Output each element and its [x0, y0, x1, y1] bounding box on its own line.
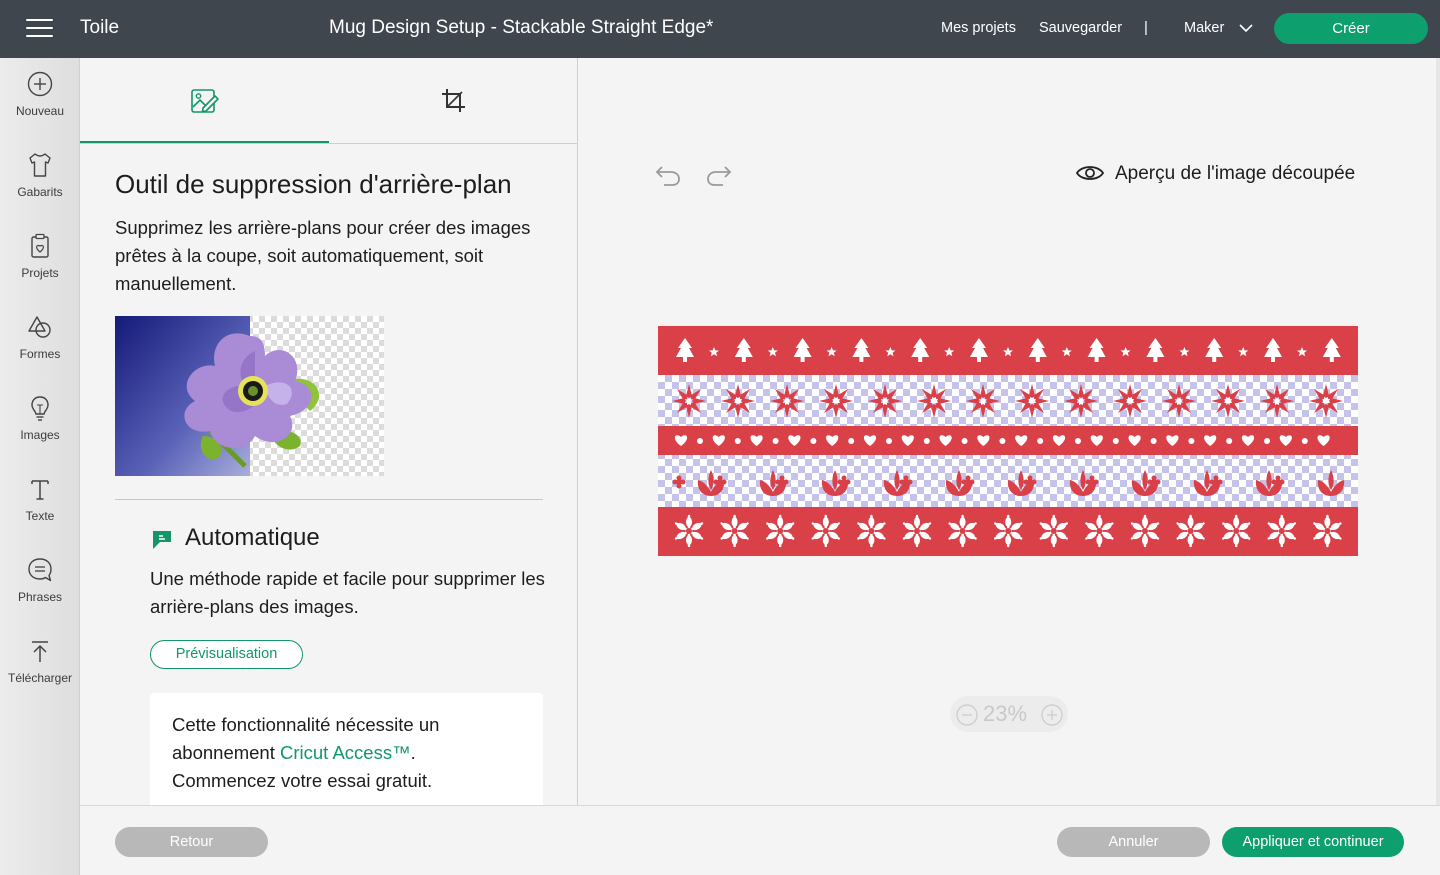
subscription-notice: Cette fonctionnalité nécessite un abonne…: [150, 693, 543, 805]
pattern-poinsettia: [917, 384, 951, 418]
preview-button[interactable]: Prévisualisation: [150, 640, 303, 669]
sidebar-item-shapes[interactable]: Formes: [0, 313, 80, 385]
cricut-access-link[interactable]: Cricut Access™: [280, 742, 411, 763]
sidebar-item-new[interactable]: Nouveau: [0, 70, 80, 142]
clipboard-icon: [31, 233, 49, 258]
pattern-dot: [1188, 438, 1195, 444]
zoom-level: 23%: [983, 701, 1028, 726]
background-removal-example-image: [115, 316, 384, 476]
pattern-poinsettia: [721, 384, 755, 418]
panel-description: Supprimez les arrière-plans pour créer d…: [115, 217, 531, 294]
upload-icon: [32, 641, 48, 662]
pattern-dot: [848, 438, 855, 444]
cancel-button[interactable]: Annuler: [1057, 827, 1210, 857]
pattern-dot: [772, 438, 779, 444]
pattern-poinsettia: [1260, 384, 1294, 418]
pattern-dot: [1150, 438, 1157, 444]
save-link[interactable]: Sauvegarder: [1039, 20, 1122, 36]
crop-icon: [442, 89, 465, 112]
sidebar-item-label: Formes: [19, 347, 61, 361]
pattern-dot: [1301, 438, 1308, 444]
machine-selector[interactable]: Maker: [1184, 20, 1253, 36]
document-title: Mug Design Setup - Stackable Straight Ed…: [329, 17, 714, 38]
sidebar-item-label: Texte: [25, 509, 55, 523]
create-button[interactable]: Créer: [1274, 13, 1428, 44]
pattern-dot: [923, 438, 930, 444]
tab-crop[interactable]: [329, 58, 577, 144]
pattern-dot: [886, 438, 892, 444]
pattern-poinsettia: [966, 384, 1000, 418]
sidebar-item-label: Télécharger: [7, 671, 73, 685]
scrollbar[interactable]: [1436, 58, 1440, 805]
undo-icon[interactable]: [654, 161, 682, 187]
sidebar-item-label: Phrases: [17, 590, 63, 604]
menu-icon[interactable]: [26, 19, 53, 39]
zoom-control: 23%: [950, 696, 1068, 732]
automatic-description: Une méthode rapide et facile pour suppri…: [150, 568, 545, 617]
top-bar: Toile Mug Design Setup - Stackable Strai…: [0, 0, 1440, 58]
sidebar-item-label: Gabarits: [17, 185, 63, 199]
sidebar-item-text[interactable]: Texte: [0, 475, 80, 547]
sidebar-item-upload[interactable]: Télécharger: [0, 637, 80, 709]
sidebar-item-templates[interactable]: Gabarits: [0, 151, 80, 223]
cut-preview-label[interactable]: Aperçu de l'image découpée: [1115, 163, 1355, 185]
pattern-poinsettia: [1211, 384, 1245, 418]
pattern-poinsettia: [1015, 384, 1049, 418]
machine-label: Maker: [1184, 20, 1225, 36]
app-title: Toile: [80, 17, 120, 38]
apply-and-continue-button[interactable]: Appliquer et continuer: [1222, 827, 1404, 857]
tab-background-remover[interactable]: [80, 58, 329, 144]
pattern-poinsettia: [1309, 384, 1343, 418]
section-divider: [115, 499, 543, 500]
redo-icon[interactable]: [705, 161, 733, 187]
pattern-dot: [810, 438, 817, 444]
my-projects-link[interactable]: Mes projets: [941, 20, 1016, 36]
lightbulb-icon: [31, 396, 49, 421]
pattern-dot: [1075, 438, 1081, 444]
pattern-poinsettia: [1162, 384, 1196, 418]
back-button[interactable]: Retour: [115, 827, 268, 857]
pattern-poinsettia: [672, 384, 706, 418]
sidebar-item-label: Nouveau: [15, 104, 65, 118]
zoom-out-icon[interactable]: [956, 704, 978, 726]
pattern-dot: [1264, 438, 1270, 444]
sidebar-item-phrases[interactable]: Phrases: [0, 556, 80, 628]
footer-bar: Retour Annuler Appliquer et continuer: [80, 805, 1440, 875]
zoom-in-icon[interactable]: [1041, 704, 1063, 726]
sidebar-item-label: Images: [20, 428, 60, 442]
background-remover-panel: Outil de suppression d'arrière-plan Supp…: [80, 58, 578, 805]
pattern-poinsettia: [770, 384, 804, 418]
pattern-poinsettia: [868, 384, 902, 418]
panel-title: Outil de suppression d'arrière-plan: [115, 169, 512, 199]
mug-design-artwork: [658, 326, 1358, 556]
pattern-dot: [1112, 438, 1119, 444]
pattern-poinsettia: [1064, 384, 1098, 418]
plus-circle-icon: [27, 71, 53, 97]
automatic-title: Automatique: [185, 524, 320, 551]
sidebar-item-projects[interactable]: Projets: [0, 232, 80, 304]
pattern-dot: [734, 438, 741, 444]
tab-divider: [80, 143, 577, 144]
sidebar-item-label: Projets: [21, 266, 59, 280]
automatic-mode-icon: [153, 531, 171, 549]
tshirt-icon: [29, 153, 51, 177]
sidebar-item-images[interactable]: Images: [0, 394, 80, 466]
pattern-dot: [697, 438, 703, 444]
eye-icon[interactable]: [1075, 162, 1105, 184]
chevron-down-icon: [1239, 24, 1253, 33]
shapes-icon: [28, 316, 51, 338]
text-icon: [31, 480, 49, 500]
pattern-poinsettia: [819, 384, 853, 418]
nav-separator: |: [1144, 19, 1148, 36]
speech-bubble-icon: [28, 558, 52, 582]
pattern-poinsettia: [1113, 384, 1147, 418]
pattern-dot: [1226, 438, 1233, 444]
pattern-dot: [999, 438, 1006, 444]
pattern-dot: [1037, 438, 1044, 444]
pattern-dot: [961, 438, 968, 444]
canvas-area: Aperçu de l'image découpée 23%: [579, 58, 1440, 805]
image-edit-icon: [191, 89, 219, 113]
left-sidebar: Nouveau Gabarits Projets Formes Images T…: [0, 58, 80, 875]
